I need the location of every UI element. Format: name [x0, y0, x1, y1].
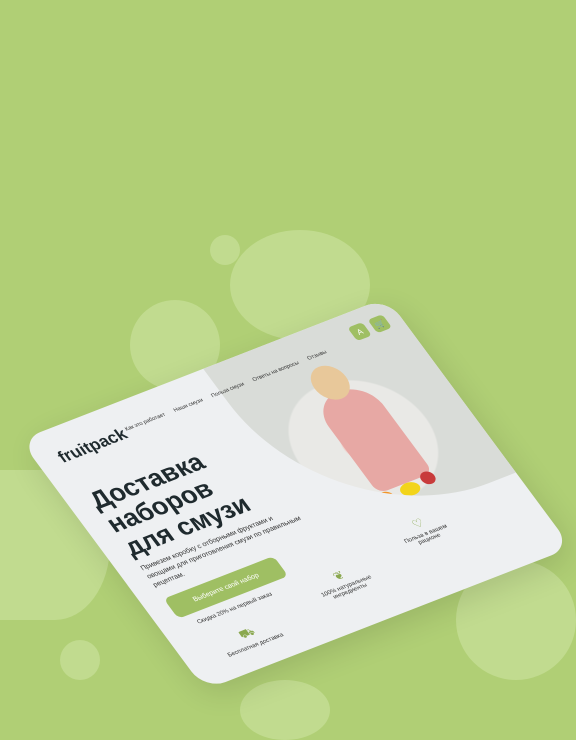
nav-item[interactable]: Наши смузи — [173, 398, 205, 414]
nav-item[interactable]: Как это работает — [124, 412, 167, 432]
feature-delivery: ⛟ Бесплатная доставка — [210, 615, 290, 661]
logo[interactable]: fruitpack — [54, 425, 132, 467]
feature-benefit: ♡ Польза в вашем рационе — [382, 505, 464, 554]
decor-circle — [240, 680, 330, 740]
decor-circle — [60, 640, 100, 680]
feature-natural: ❦ 100% натуральные ингредиенты — [302, 557, 384, 606]
decor-circle — [210, 235, 240, 265]
fruit-image — [374, 489, 399, 507]
